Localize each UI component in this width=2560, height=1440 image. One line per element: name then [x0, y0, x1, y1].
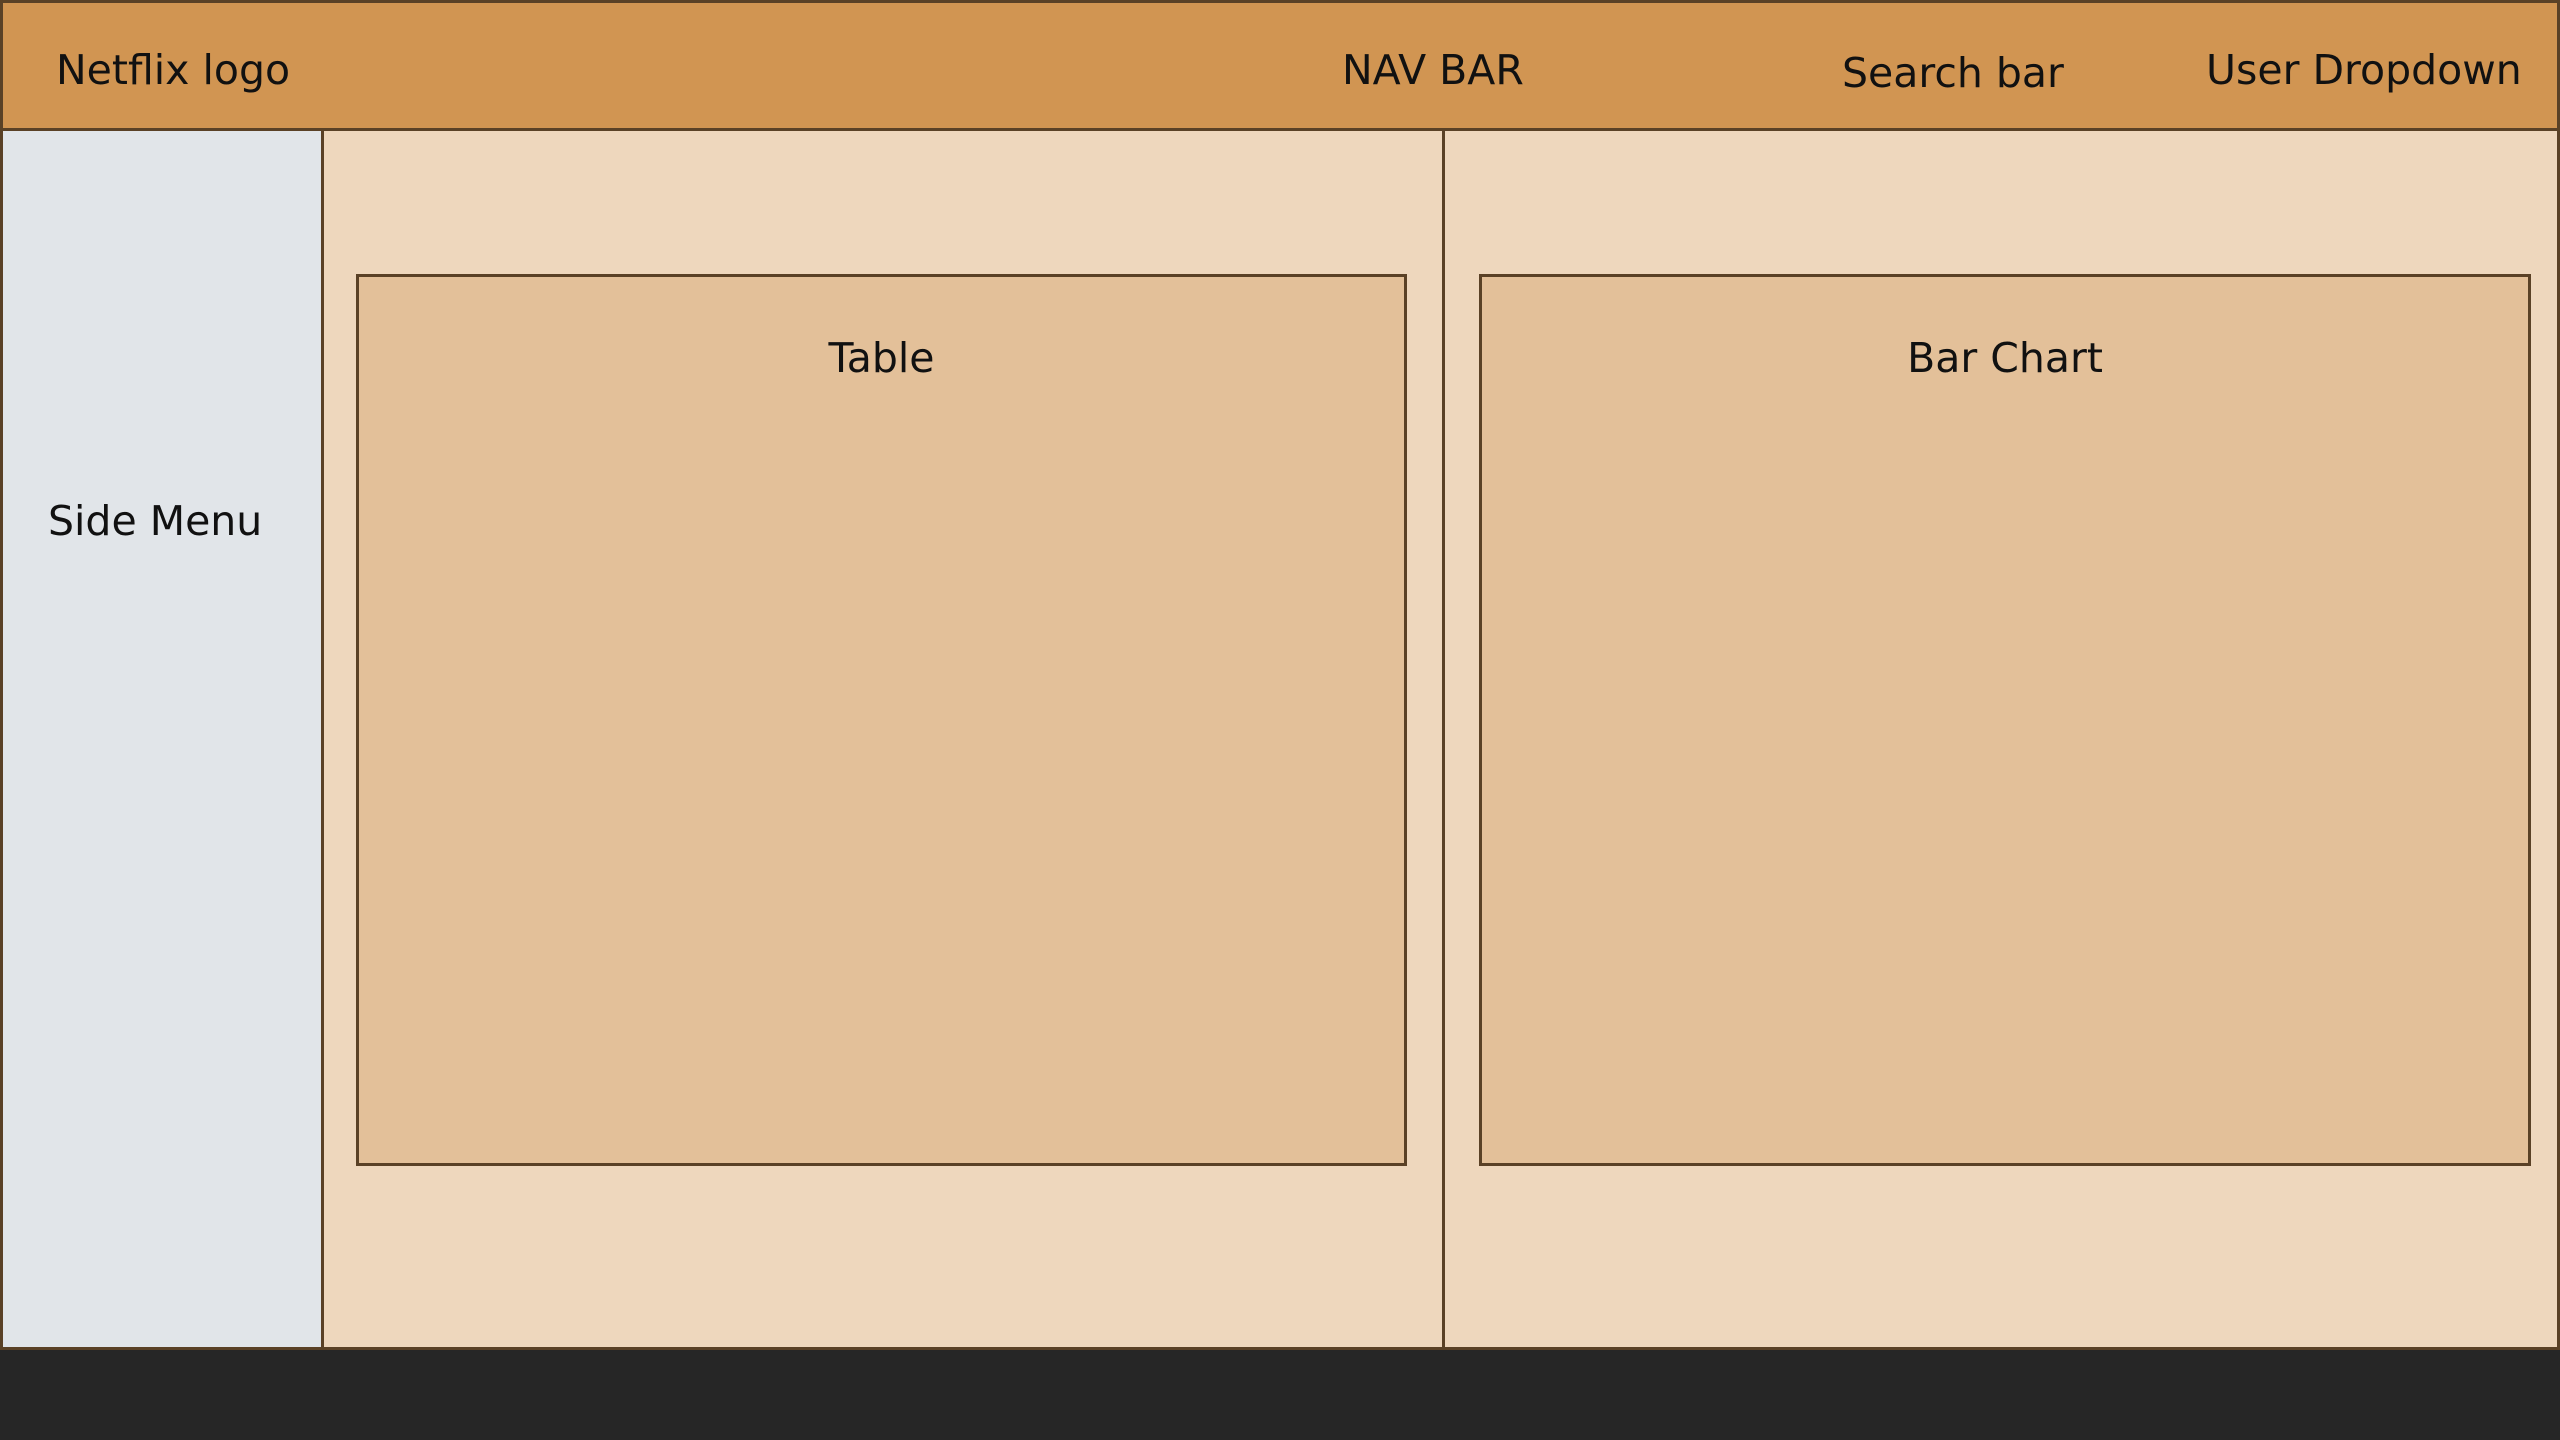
side-menu-label: Side Menu	[48, 497, 263, 545]
table-placeholder[interactable]: Table	[356, 274, 1407, 1166]
search-bar-placeholder[interactable]: Search bar	[1842, 53, 2064, 94]
header-bar: Netflix logo NAV BAR Search bar User Dro…	[0, 0, 2560, 131]
bar-chart-placeholder[interactable]: Bar Chart	[1479, 274, 2531, 1166]
user-dropdown-placeholder[interactable]: User Dropdown	[2206, 50, 2522, 91]
netflix-logo-placeholder[interactable]: Netflix logo	[56, 50, 290, 91]
table-label: Table	[828, 334, 935, 382]
bar-chart-label: Bar Chart	[1907, 334, 2103, 382]
wireframe-canvas: Netflix logo NAV BAR Search bar User Dro…	[0, 0, 2560, 1440]
nav-bar-placeholder[interactable]: NAV BAR	[1342, 50, 1524, 91]
side-menu-region[interactable]: Side Menu	[0, 128, 324, 1350]
